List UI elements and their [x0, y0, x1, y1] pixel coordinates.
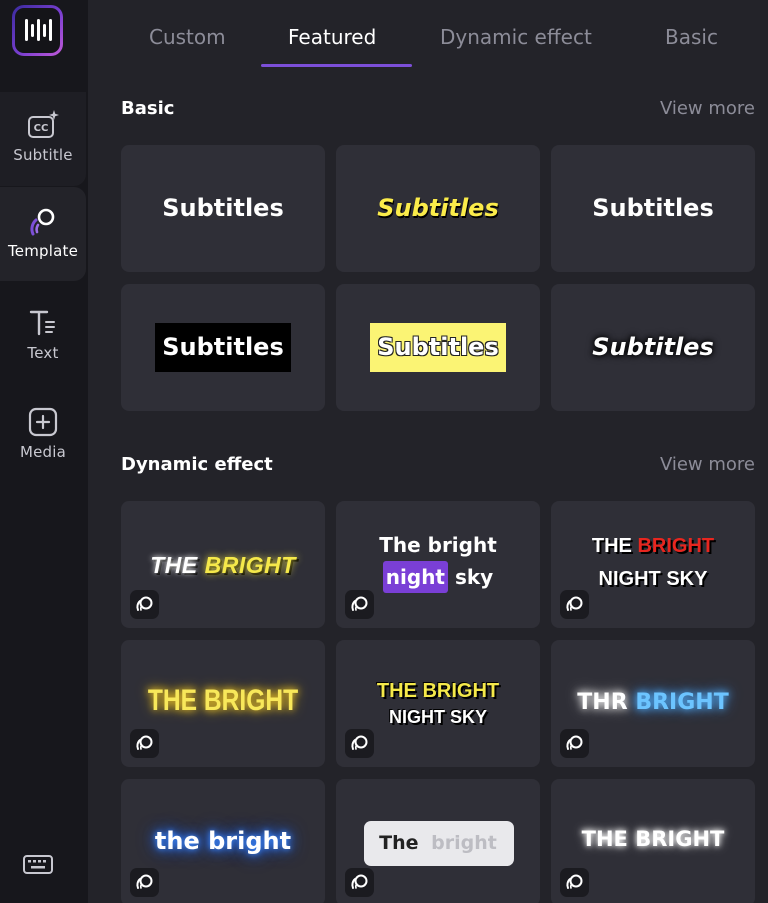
subtitle-preview: Subtitles	[162, 194, 284, 222]
template-card-dynamic-8[interactable]: The bright	[336, 779, 540, 903]
sidebar-item-media[interactable]: Media	[0, 389, 86, 483]
sidebar-item-text[interactable]: Text	[0, 290, 86, 384]
effect-word-1: THE	[591, 535, 632, 557]
tab-basic[interactable]: Basic	[665, 25, 718, 49]
waveform-icon	[25, 19, 52, 41]
section-title-basic: Basic	[121, 98, 175, 119]
dynamic-badge	[345, 729, 374, 758]
animation-icon	[351, 596, 368, 611]
dynamic-badge	[560, 590, 589, 619]
dynamic-badge	[560, 868, 589, 897]
animation-icon	[566, 596, 583, 611]
template-card-dynamic-7[interactable]: the bright	[121, 779, 325, 903]
dynamic-badge	[130, 729, 159, 758]
animation-icon	[136, 874, 153, 889]
view-more-dynamic-link[interactable]: View more	[660, 454, 755, 475]
dynamic-badge	[130, 868, 159, 897]
text-icon	[29, 310, 55, 336]
sidebar-item-label: Subtitle	[13, 146, 73, 164]
effect-line-2: NIGHT SKY	[598, 568, 708, 590]
effect-preview: THE BRIGHT	[581, 827, 725, 851]
section-title-dynamic-effect: Dynamic effect	[121, 454, 273, 475]
subtitle-preview: Subtitles	[592, 194, 714, 222]
template-card-basic-6[interactable]: Subtitles	[551, 284, 755, 411]
animation-icon	[351, 735, 368, 750]
effect-word-2: BRIGHT	[204, 552, 296, 578]
effect-preview: THE BRIGHT	[147, 684, 299, 717]
animation-icon	[136, 735, 153, 750]
sidebar-item-label: Template	[7, 242, 79, 260]
subtitle-preview: Subtitles	[377, 333, 499, 361]
template-card-dynamic-2[interactable]: The bright night sky	[336, 501, 540, 628]
dynamic-badge	[345, 590, 374, 619]
template-tabs: Custom Featured Dynamic effect Basic	[88, 0, 768, 68]
sidebar-item-label: Media	[19, 443, 67, 461]
effect-word-2: BRIGHT	[635, 690, 729, 715]
template-card-dynamic-1[interactable]: THE BRIGHT	[121, 501, 325, 628]
animation-icon	[136, 596, 153, 611]
dynamic-badge	[130, 590, 159, 619]
effect-preview: the bright	[154, 827, 292, 855]
animation-icon	[566, 735, 583, 750]
effect-line-1: THE BRIGHT	[551, 535, 755, 558]
view-more-basic-link[interactable]: View more	[660, 98, 755, 119]
template-card-basic-2[interactable]: Subtitles	[336, 145, 540, 272]
effect-preview: The bright	[336, 832, 540, 854]
effect-word-1: THE	[150, 552, 198, 578]
app-logo[interactable]	[12, 5, 63, 56]
template-card-basic-3[interactable]: Subtitles	[551, 145, 755, 272]
add-media-icon	[28, 407, 58, 437]
animation-icon	[351, 874, 368, 889]
template-card-basic-4[interactable]: Subtitles	[121, 284, 325, 411]
effect-line-2: NIGHT SKY	[388, 707, 487, 727]
template-card-dynamic-5[interactable]: THE BRIGHT NIGHT SKY	[336, 640, 540, 767]
template-card-dynamic-6[interactable]: THR BRIGHT	[551, 640, 755, 767]
template-card-dynamic-4[interactable]: THE BRIGHT	[121, 640, 325, 767]
dynamic-badge	[345, 868, 374, 897]
highlight-word: night	[382, 561, 448, 593]
template-card-basic-5[interactable]: Subtitles	[336, 284, 540, 411]
effect-line-1: The bright	[379, 533, 497, 557]
effect-word-2: bright	[431, 832, 497, 854]
svg-text:CC: CC	[34, 123, 49, 134]
sidebar-item-label: Text	[27, 344, 59, 362]
animation-icon	[566, 874, 583, 889]
cc-sparkle-icon: CC	[28, 110, 59, 138]
effect-preview: THE BRIGHT	[121, 552, 325, 579]
effect-word-1: The	[379, 832, 419, 854]
subtitle-preview: Subtitles	[162, 333, 284, 361]
keyboard-icon[interactable]	[22, 853, 54, 877]
template-card-dynamic-3[interactable]: THE BRIGHT NIGHT SKY	[551, 501, 755, 628]
tab-featured[interactable]: Featured	[288, 25, 376, 49]
effect-line-2: night sky	[336, 561, 540, 593]
effect-word-2: BRIGHT	[637, 535, 715, 557]
tab-dynamic-effect[interactable]: Dynamic effect	[440, 25, 592, 49]
sidebar: CC Subtitle Template Text Media	[0, 0, 88, 903]
effect-line-1: THE BRIGHT	[376, 680, 500, 702]
sidebar-item-template[interactable]: Template	[0, 187, 86, 281]
subtitle-preview: Subtitles	[592, 333, 714, 361]
dynamic-badge	[560, 729, 589, 758]
sidebar-item-subtitle[interactable]: CC Subtitle	[0, 92, 86, 186]
template-card-basic-1[interactable]: Subtitles	[121, 145, 325, 272]
template-card-dynamic-9[interactable]: THE BRIGHT	[551, 779, 755, 903]
subtitle-preview: Subtitles	[377, 194, 499, 222]
effect-word: sky	[454, 565, 494, 589]
effect-word-1: THR	[577, 690, 628, 715]
effect-preview: THR BRIGHT	[551, 690, 755, 715]
template-icon	[30, 208, 55, 236]
active-tab-indicator	[261, 64, 412, 67]
tab-custom[interactable]: Custom	[149, 25, 226, 49]
